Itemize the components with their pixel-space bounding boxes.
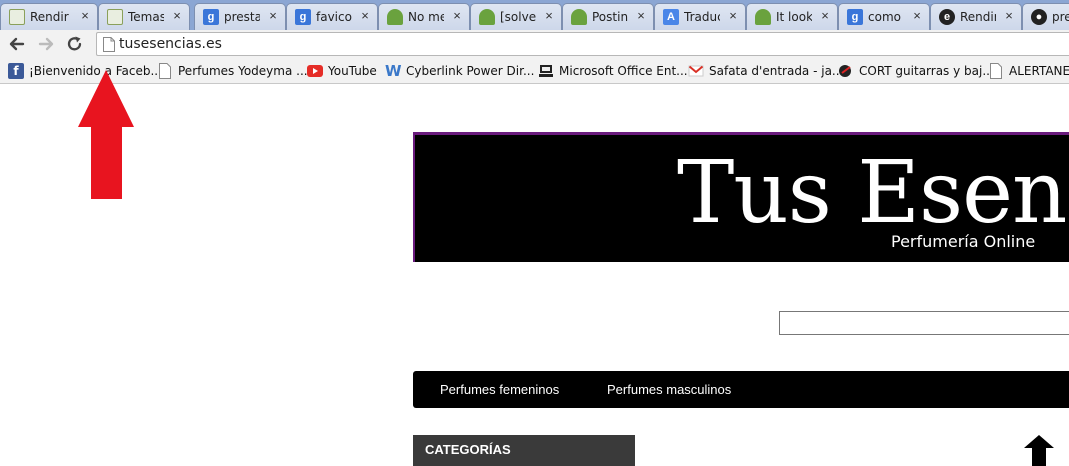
google-icon: g — [203, 9, 219, 25]
tab-title: como — [868, 10, 901, 24]
reload-button[interactable] — [64, 34, 86, 54]
close-icon[interactable]: × — [451, 9, 463, 23]
bookmarks-bar: f ¡Bienvenido a Faceb... Perfumes Yodeym… — [0, 58, 1069, 84]
tab-title: Rendir — [960, 10, 996, 24]
tab-rendir-2[interactable]: e Rendir × — [930, 3, 1022, 30]
tab-presta[interactable]: g presta × — [194, 3, 286, 30]
categories-title: CATEGORÍAS — [425, 442, 511, 457]
facebook-icon: f — [8, 63, 24, 79]
back-arrow-icon — [9, 37, 25, 51]
cyberlink-icon: W — [385, 62, 402, 80]
forward-button[interactable] — [35, 34, 57, 54]
tab-title: Traduc — [684, 10, 720, 24]
close-icon[interactable]: × — [727, 9, 739, 23]
tab-title: [solve — [500, 10, 536, 24]
document-icon — [107, 9, 123, 25]
page-e-icon: e — [939, 9, 955, 25]
tab-traduc[interactable]: A Traduc × — [654, 3, 746, 30]
forum-icon — [755, 9, 771, 25]
bookmark-label: CORT guitarras y baj... — [859, 64, 994, 78]
address-bar[interactable]: tusesencias.es — [96, 32, 1069, 56]
tab-rendir[interactable]: Rendir × — [0, 3, 98, 30]
tab-solved[interactable]: [solve × — [470, 3, 562, 30]
back-button[interactable] — [6, 34, 28, 54]
tab-title: Rendir — [30, 10, 69, 24]
tab-title: Postin — [592, 10, 628, 24]
menu-item-perfumes-femeninos[interactable]: Perfumes femeninos — [440, 382, 559, 397]
site-logo[interactable]: Tus Esenc — [677, 143, 1069, 243]
url-text: tusesencias.es — [119, 36, 222, 52]
tab-strip: Rendir × Temas × g presta × g favicon × … — [0, 0, 1069, 30]
tab-title: No me — [408, 10, 444, 24]
forum-icon — [387, 9, 403, 25]
bookmark-label: ALERTANET — [1009, 64, 1069, 78]
site-header-banner[interactable]: Tus Esenc Perfumería Online — [413, 132, 1069, 262]
bookmark-label: YouTube — [328, 64, 377, 78]
cort-icon — [839, 65, 851, 77]
close-icon[interactable]: × — [359, 9, 371, 23]
bookmark-label: Safata d'entrada - ja... — [709, 64, 844, 78]
close-icon[interactable]: × — [819, 9, 831, 23]
page-icon — [990, 63, 1002, 79]
close-icon[interactable]: × — [911, 9, 923, 23]
tab-title: pre — [1052, 10, 1069, 24]
site-tagline: Perfumería Online — [891, 232, 1036, 251]
tab-posting[interactable]: Postin × — [562, 3, 654, 30]
tab-title: favicon — [316, 10, 352, 24]
close-icon[interactable]: × — [543, 9, 555, 23]
youtube-icon — [307, 65, 323, 77]
tab-title: It look — [776, 10, 812, 24]
tab-favicon[interactable]: g favicon × — [286, 3, 378, 30]
gmail-icon — [688, 65, 704, 77]
forward-arrow-icon — [38, 37, 54, 51]
categories-block: CATEGORÍAS — [413, 435, 635, 466]
tab-pre[interactable]: ● pre — [1022, 3, 1069, 30]
red-annotation-arrow — [78, 70, 134, 199]
page-icon — [103, 37, 115, 52]
mouse-cursor-icon — [1024, 435, 1054, 466]
close-icon[interactable]: × — [635, 9, 647, 23]
tab-title: presta — [224, 10, 260, 24]
tab-temas[interactable]: Temas × — [98, 3, 190, 30]
close-icon[interactable]: × — [79, 9, 91, 23]
menu-item-perfumes-masculinos[interactable]: Perfumes masculinos — [607, 382, 731, 397]
google-icon: g — [295, 9, 311, 25]
forum-icon — [571, 9, 587, 25]
reload-icon — [67, 36, 82, 51]
tab-it-looks[interactable]: It look × — [746, 3, 838, 30]
main-menu: Perfumes femeninos Perfumes masculinos — [413, 371, 1069, 408]
forum-icon — [479, 9, 495, 25]
bookmark-label: Microsoft Office Ent... — [559, 64, 688, 78]
close-icon[interactable]: × — [171, 9, 183, 23]
bookmark-label: Perfumes Yodeyma ... — [178, 64, 308, 78]
office-icon — [539, 65, 553, 77]
translate-icon: A — [663, 9, 679, 25]
toolbar: tusesencias.es — [0, 30, 1069, 58]
google-icon: g — [847, 9, 863, 25]
tab-title: Temas — [128, 10, 164, 24]
document-icon — [9, 9, 25, 25]
close-icon[interactable]: × — [1003, 9, 1015, 23]
search-input[interactable] — [779, 311, 1069, 335]
bookmark-label: Cyberlink Power Dir... — [406, 64, 535, 78]
tab-como[interactable]: g como × — [838, 3, 930, 30]
page-icon — [159, 63, 171, 79]
github-icon: ● — [1031, 9, 1047, 25]
tab-no-me[interactable]: No me × — [378, 3, 470, 30]
close-icon[interactable]: × — [267, 9, 279, 23]
browser-window: Rendir × Temas × g presta × g favicon × … — [0, 0, 1069, 466]
